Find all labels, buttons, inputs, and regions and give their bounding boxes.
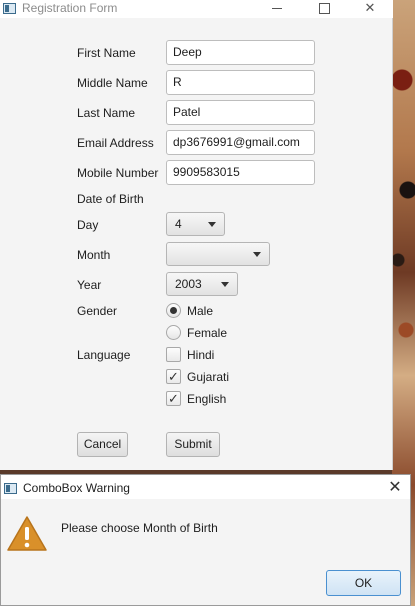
ok-button[interactable]: OK <box>326 570 401 596</box>
language-english-label: English <box>187 392 227 406</box>
language-gujarati-label: Gujarati <box>187 370 230 384</box>
last-name-field[interactable]: Patel <box>166 100 315 125</box>
warning-icon <box>7 516 47 551</box>
gender-female-label: Female <box>187 326 228 340</box>
minimize-button[interactable] <box>254 0 300 18</box>
gender-male-radio[interactable] <box>166 303 181 318</box>
title-bar: Registration Form ✕ <box>0 0 393 18</box>
day-label: Day <box>77 218 99 232</box>
mobile-field[interactable]: 9909583015 <box>166 160 315 185</box>
first-name-field[interactable]: Deep <box>166 40 315 65</box>
dialog-close-button[interactable]: ✕ <box>382 477 408 499</box>
chevron-down-icon <box>253 252 261 257</box>
dob-label: Date of Birth <box>77 192 144 206</box>
submit-button[interactable]: Submit <box>166 432 220 457</box>
language-english-checkbox[interactable]: ✓ <box>166 391 181 406</box>
gender-male-label: Male <box>187 304 214 318</box>
email-field[interactable]: dp3676991@gmail.com <box>166 130 315 155</box>
language-hindi-checkbox[interactable] <box>166 347 181 362</box>
month-combobox[interactable] <box>166 242 270 266</box>
dialog-body: Please choose Month of Birth OK <box>1 499 410 605</box>
day-combobox[interactable]: 4 <box>166 212 225 236</box>
year-combobox[interactable]: 2003 <box>166 272 238 296</box>
chevron-down-icon <box>208 222 216 227</box>
year-value: 2003 <box>175 277 202 291</box>
middle-name-field[interactable]: R <box>166 70 315 95</box>
mobile-label: Mobile Number <box>77 166 159 180</box>
first-name-label: First Name <box>77 46 136 60</box>
year-label: Year <box>77 278 102 292</box>
email-label: Email Address <box>77 136 154 150</box>
language-gujarati-checkbox[interactable]: ✓ <box>166 369 181 384</box>
maximize-button[interactable] <box>301 0 347 18</box>
gender-label: Gender <box>77 304 118 318</box>
registration-window: Registration Form ✕ First Name Deep Midd… <box>0 0 393 470</box>
middle-name-label: Middle Name <box>77 76 148 90</box>
dialog-title: ComboBox Warning <box>23 481 130 495</box>
language-label: Language <box>77 348 131 362</box>
day-value: 4 <box>175 217 182 231</box>
combobox-warning-dialog: ComboBox Warning ✕ Please choose Month o… <box>0 474 411 606</box>
window-title: Registration Form <box>22 1 118 15</box>
month-label: Month <box>77 248 111 262</box>
last-name-label: Last Name <box>77 106 136 120</box>
close-button[interactable]: ✕ <box>347 0 393 18</box>
gender-female-radio[interactable] <box>166 325 181 340</box>
app-icon <box>3 3 16 14</box>
warning-message: Please choose Month of Birth <box>61 521 218 535</box>
language-hindi-label: Hindi <box>187 348 215 362</box>
chevron-down-icon <box>221 282 229 287</box>
cancel-button[interactable]: Cancel <box>77 432 128 457</box>
app-icon <box>4 483 17 494</box>
